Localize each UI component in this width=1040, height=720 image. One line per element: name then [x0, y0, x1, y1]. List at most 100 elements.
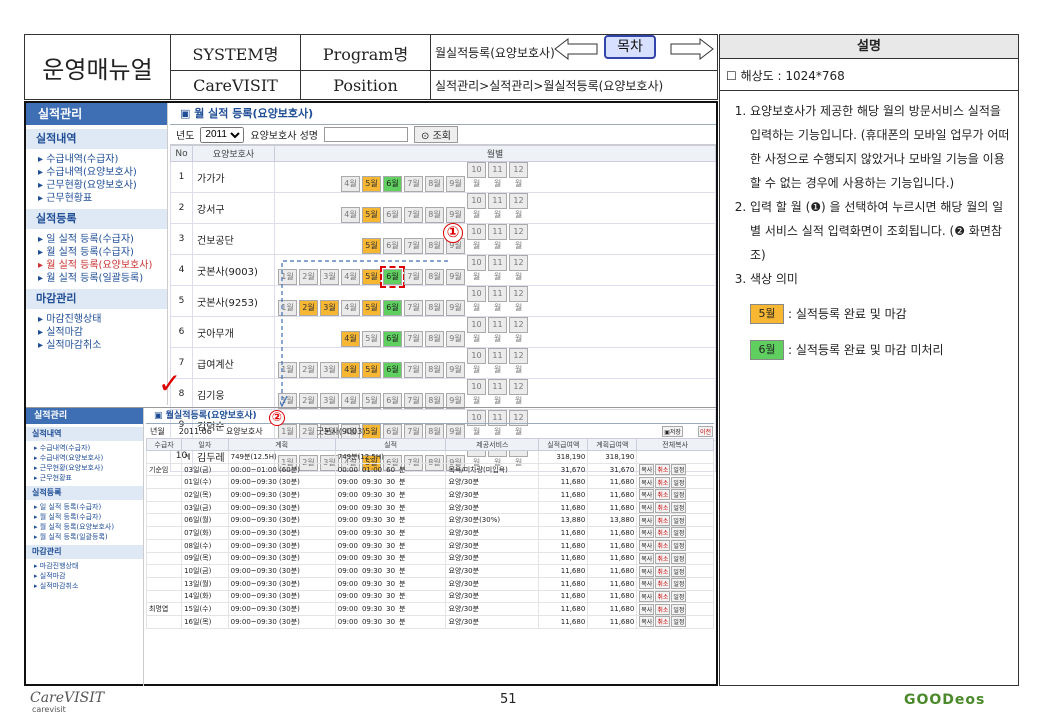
search-button[interactable]: ⊙ 조회 — [414, 126, 458, 143]
sidebar-item[interactable]: ▸ 수급내역(수급자) — [26, 153, 167, 166]
sidebar-item[interactable]: ▸ 일 실적 등록(수급자) — [26, 233, 167, 246]
actual-field[interactable]: 09:00 — [338, 567, 358, 575]
actual-field[interactable]: 09:30 — [362, 478, 382, 486]
actual-field[interactable]: 분 — [399, 605, 405, 613]
month-button[interactable]: 10월 — [467, 286, 486, 312]
sidebar-item-small[interactable]: ▸ 수급내역(요양보호사) — [26, 453, 143, 463]
toc-button[interactable]: 목차 — [604, 35, 656, 59]
row-action-button[interactable]: 일정 — [671, 578, 687, 590]
row-action-button[interactable]: 일정 — [671, 489, 687, 501]
actual-field[interactable]: 분 — [399, 529, 405, 537]
actual-cell[interactable]: 09:00 09:30 30 분 — [334, 526, 447, 540]
sidebar-item-small[interactable]: ▸ 월 실적 등록(요양보호사) — [26, 522, 143, 532]
row-action-button[interactable]: 복사 — [639, 565, 655, 577]
month-button[interactable]: 12월 — [509, 255, 528, 281]
month-button[interactable]: 5월 — [362, 176, 381, 192]
row-action-button[interactable]: 복사 — [639, 527, 655, 539]
month-button[interactable]: 11월 — [488, 255, 507, 281]
month-button[interactable]: 6월 — [383, 207, 402, 223]
row-action-button[interactable]: 복사 — [639, 502, 655, 514]
month-button[interactable]: 5월 — [362, 207, 381, 223]
actual-field[interactable]: 30 — [386, 542, 395, 550]
row-action-button[interactable]: 일정 — [671, 565, 687, 577]
name-input[interactable] — [324, 127, 408, 142]
sidebar-item-small[interactable]: ▸ 수급내역(수급자) — [26, 443, 143, 453]
month-button[interactable]: 11월 — [488, 317, 507, 343]
row-action-button[interactable]: 취소 — [655, 489, 671, 501]
actual-field[interactable]: 분 — [399, 580, 405, 588]
sidebar-item[interactable]: ▸ 월 실적 등록(일괄등록) — [26, 272, 167, 285]
row-action-button[interactable]: 취소 — [655, 464, 671, 476]
month-button[interactable]: 5월 — [362, 238, 381, 254]
actual-field[interactable]: 01:00 — [362, 466, 382, 474]
actual-field[interactable]: 09:30 — [362, 529, 382, 537]
actual-cell[interactable]: 09:00 09:30 30 분 — [334, 602, 447, 616]
actual-cell[interactable]: 09:00 09:30 30 분 — [334, 538, 447, 553]
month-button[interactable]: 7월 — [404, 238, 423, 254]
actual-field[interactable]: 09:30 — [362, 592, 382, 600]
sidebar-item[interactable]: ▸ 월 실적 등록(요양보호사) — [26, 259, 167, 272]
row-action-button[interactable]: 취소 — [655, 578, 671, 590]
actual-field[interactable]: 30 — [386, 618, 395, 626]
row-action-button[interactable]: 일정 — [671, 514, 687, 526]
sidebar-item-small[interactable]: ▸ 마감진행상태 — [26, 561, 143, 571]
row-action-button[interactable]: 복사 — [639, 590, 655, 602]
sidebar-item[interactable]: ▸ 월 실적 등록(수급자) — [26, 246, 167, 259]
month-button[interactable]: 10월 — [467, 224, 486, 250]
row-action-button[interactable]: 복사 — [639, 603, 655, 615]
actual-field[interactable]: 30 — [386, 516, 395, 524]
row-action-button[interactable]: 복사 — [639, 616, 655, 628]
month-button[interactable]: 10월 — [467, 348, 486, 374]
sidebar-item[interactable]: ▸ 실적마감취소 — [26, 339, 167, 352]
month-button[interactable]: 11월 — [488, 224, 507, 250]
sidebar-item[interactable]: ▸ 근무현황(요양보호사) — [26, 179, 167, 192]
sidebar-item[interactable]: ▸ 실적마감 — [26, 326, 167, 339]
actual-field[interactable]: 09:00 — [338, 605, 358, 613]
actual-field[interactable]: 09:00 — [338, 618, 358, 626]
actual-field[interactable]: 09:30 — [362, 542, 382, 550]
actual-field[interactable]: 09:30 — [362, 504, 382, 512]
month-button[interactable]: 8월 — [425, 238, 444, 254]
row-action-button[interactable]: 취소 — [655, 540, 671, 552]
row-action-button[interactable]: 일정 — [671, 527, 687, 539]
row-action-button[interactable]: 취소 — [655, 514, 671, 526]
row-action-button[interactable]: 취소 — [655, 552, 671, 564]
row-action-button[interactable]: 일정 — [671, 616, 687, 628]
month-button[interactable]: 4월 — [341, 207, 360, 223]
actual-field[interactable]: 분 — [399, 554, 405, 562]
actual-field[interactable]: 30 — [386, 580, 395, 588]
month-button[interactable]: 10월 — [467, 317, 486, 343]
actual-cell[interactable]: 09:00 09:30 30 분 — [334, 576, 447, 591]
year-select[interactable]: 2011 — [200, 126, 245, 143]
month-button[interactable]: 10월 — [467, 193, 486, 219]
month-button[interactable]: 12월 — [509, 379, 528, 405]
actual-field[interactable]: 30 — [386, 592, 395, 600]
row-action-button[interactable]: 취소 — [655, 527, 671, 539]
month-button[interactable]: 11월 — [488, 162, 507, 188]
actual-field[interactable]: 분 — [399, 567, 405, 575]
save-button[interactable]: ▣저장 — [662, 425, 683, 437]
sidebar-item-small[interactable]: ▸ 실적마감취소 — [26, 581, 143, 591]
row-action-button[interactable]: 취소 — [655, 603, 671, 615]
actual-field[interactable]: 09:00 — [338, 554, 358, 562]
actual-field[interactable]: 09:00 — [338, 592, 358, 600]
actual-field[interactable]: 09:30 — [362, 516, 382, 524]
actual-cell[interactable]: 09:00 09:30 30 분 — [334, 488, 447, 502]
actual-cell[interactable]: 09:00 09:30 30 분 — [334, 589, 447, 604]
month-button[interactable]: 12월 — [509, 162, 528, 188]
actual-cell[interactable]: 09:00 09:30 30 분 — [334, 564, 447, 578]
actual-field[interactable]: 09:00 — [338, 478, 358, 486]
actual-field[interactable]: 30 — [386, 478, 395, 486]
actual-cell[interactable]: 09:00 09:30 30 분 — [334, 551, 447, 566]
row-action-button[interactable]: 일정 — [671, 502, 687, 514]
sidebar-item-small[interactable]: ▸ 근무현황표 — [26, 473, 143, 483]
row-action-button[interactable]: 복사 — [639, 489, 655, 501]
actual-field[interactable]: 09:30 — [362, 567, 382, 575]
row-action-button[interactable]: 일정 — [671, 552, 687, 564]
month-button[interactable]: 6월 — [383, 176, 402, 192]
prev-button[interactable]: 이전 — [697, 425, 713, 437]
actual-field[interactable]: 30 — [386, 491, 395, 499]
actual-field[interactable]: 분 — [399, 466, 405, 474]
actual-field[interactable]: 분 — [399, 516, 405, 524]
actual-field[interactable]: 30 — [386, 554, 395, 562]
